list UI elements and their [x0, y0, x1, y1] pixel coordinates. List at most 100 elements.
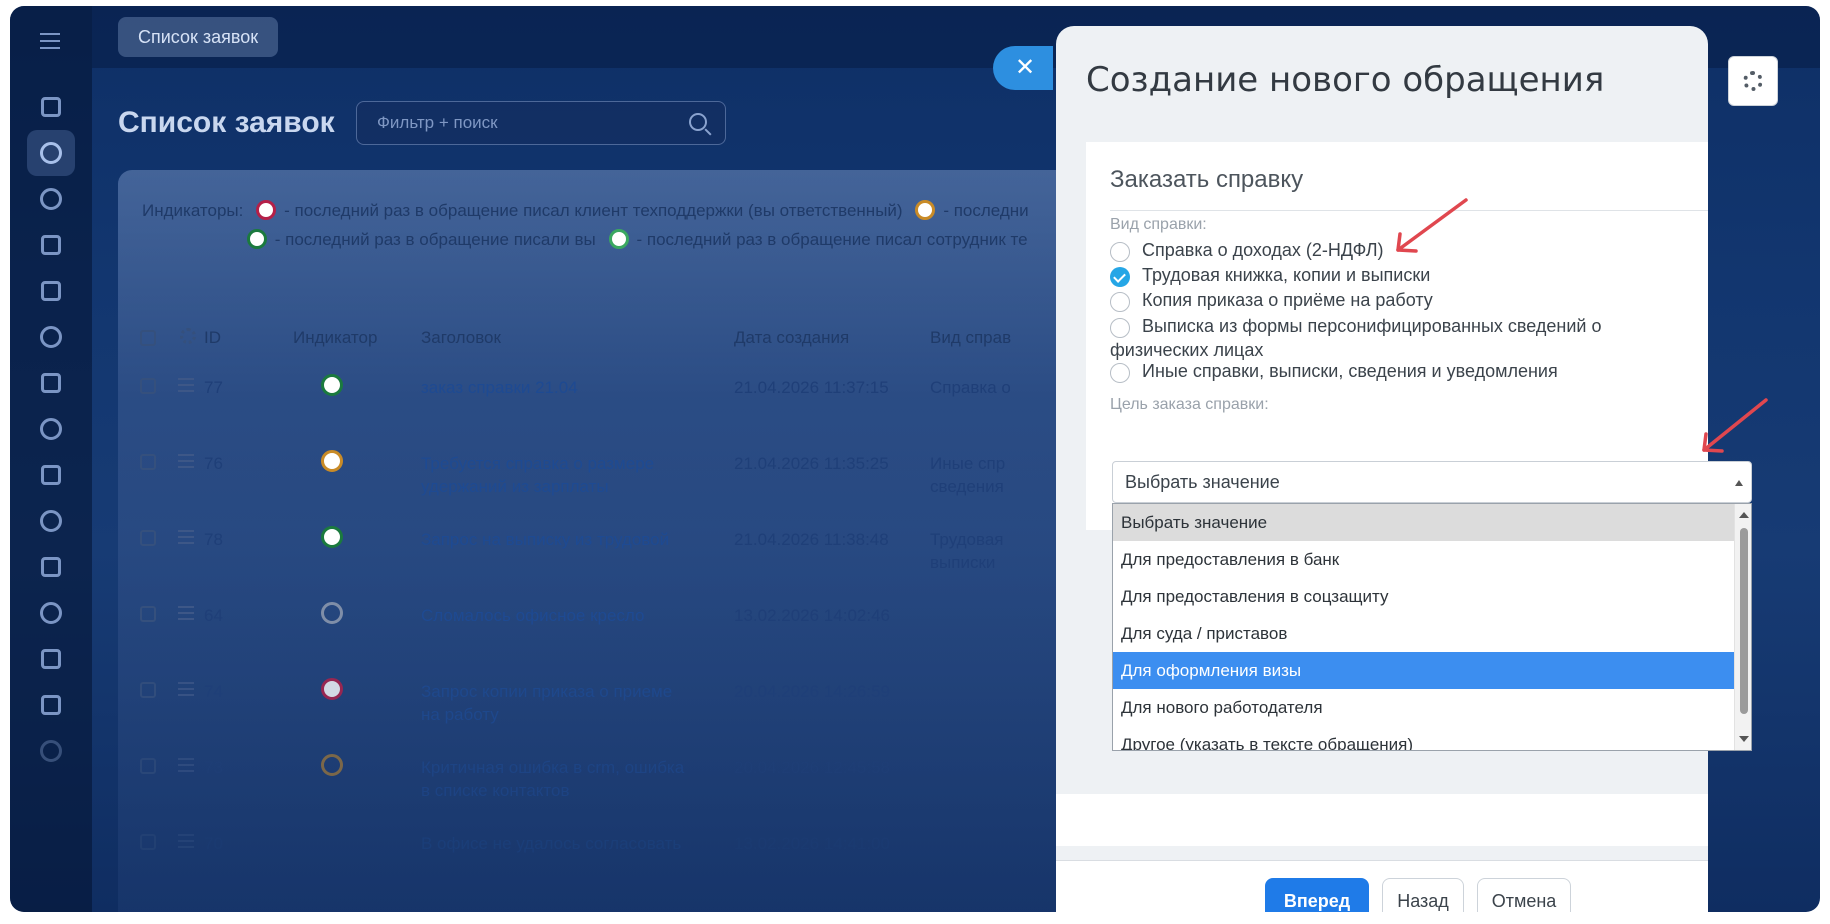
cancel-button[interactable]: Отмена — [1477, 878, 1571, 912]
indicators-label: Индикаторы: — [142, 201, 244, 220]
radio-checked-icon[interactable] — [1110, 267, 1130, 287]
indicator-icon — [321, 374, 343, 396]
radio-label: Иные справки, выписки, сведения и уведом… — [1142, 361, 1558, 381]
target-icon[interactable] — [27, 406, 75, 452]
row-checkbox[interactable] — [140, 530, 156, 546]
row-date: 20.04.2026 14:26:59 — [734, 682, 890, 701]
document-icon[interactable] — [27, 360, 75, 406]
type-label: Вид справки: — [1110, 216, 1207, 233]
home-icon[interactable] — [27, 84, 75, 130]
settings-button[interactable] — [1728, 56, 1778, 106]
table-row[interactable]: 73 Критичная ошибка в crm, ошибка в спис… — [118, 746, 1118, 822]
close-modal-button[interactable]: ✕ — [993, 46, 1053, 90]
option-bank[interactable]: Для предоставления в банк — [1113, 541, 1735, 578]
col-created[interactable]: Дата создания — [734, 328, 849, 348]
next-button[interactable]: Вперед — [1265, 878, 1369, 912]
tab-request-list[interactable]: Список заявок — [118, 17, 279, 57]
radio-circle[interactable] — [1110, 242, 1130, 262]
legend-text: - последний раз в обращение писали вы — [274, 230, 596, 249]
chat-icon[interactable] — [27, 498, 75, 544]
settings-icon[interactable] — [27, 728, 75, 774]
row-menu-icon[interactable] — [178, 530, 194, 548]
option-other[interactable]: Другое (указать в тексте обращения) — [1113, 726, 1735, 750]
table-row[interactable]: 76 Требуется справка о размере удержаний… — [118, 442, 1118, 518]
option-court[interactable]: Для суда / приставов — [1113, 615, 1735, 652]
row-checkbox[interactable] — [140, 682, 156, 698]
col-type[interactable]: Вид справ — [930, 328, 1011, 348]
row-date: 20.04.2026 12:45:58 — [734, 758, 890, 777]
row-title[interactable]: В офисе не удалось согласовать — [421, 832, 691, 855]
back-button[interactable]: Назад — [1382, 878, 1464, 912]
radio-circle[interactable] — [1110, 292, 1130, 312]
info-icon[interactable] — [27, 314, 75, 360]
option-social[interactable]: Для предоставления в соцзащиту — [1113, 578, 1735, 615]
row-checkbox[interactable] — [140, 758, 156, 774]
search-input[interactable]: Фильтр + поиск — [356, 101, 726, 145]
row-id: 76 — [204, 454, 223, 473]
radio-circle[interactable] — [1110, 318, 1130, 338]
row-title[interactable]: заказ справки 21.04 — [421, 376, 691, 399]
calendar-icon[interactable] — [27, 682, 75, 728]
radio-circle[interactable] — [1110, 363, 1130, 383]
row-title[interactable]: Сломалось офисное кресло — [421, 604, 691, 627]
row-menu-icon[interactable] — [178, 682, 194, 700]
row-menu-icon[interactable] — [178, 454, 194, 472]
search-icon[interactable] — [689, 113, 707, 131]
row-id: 77 — [204, 378, 223, 397]
row-date: 13.02.2026 14:02:46 — [734, 606, 890, 625]
scroll-down-icon[interactable] — [1739, 736, 1749, 742]
row-menu-icon[interactable] — [178, 378, 194, 396]
select-all-checkbox[interactable] — [140, 330, 156, 346]
col-title[interactable]: Заголовок — [421, 328, 501, 348]
row-type: Справка о — [930, 378, 1010, 397]
menu-icon[interactable] — [40, 33, 60, 54]
scroll-up-icon[interactable] — [1739, 512, 1749, 518]
option-new-employer[interactable]: Для нового работодателя — [1113, 689, 1735, 726]
row-checkbox[interactable] — [140, 834, 156, 850]
select-value: Выбрать значение — [1125, 472, 1280, 492]
row-date: 21.04.2026 11:35:25 — [734, 454, 889, 473]
row-title[interactable]: Запрос копии приказа о приеме на работу — [421, 680, 691, 726]
dropdown-scrollbar[interactable] — [1734, 504, 1751, 750]
row-menu-icon[interactable] — [178, 834, 194, 852]
row-date: 13.02.2026 14:41:00 — [734, 834, 890, 853]
analytics-icon[interactable] — [27, 268, 75, 314]
option-placeholder[interactable]: Выбрать значение — [1113, 504, 1735, 541]
legend-text: - последни — [943, 201, 1029, 220]
filter-icon[interactable] — [27, 636, 75, 682]
radio-hiring-order[interactable]: Копия приказа о приёме на работу — [1110, 288, 1708, 312]
table-row[interactable]: 77 заказ справки 21.04 21.04.2026 11:37:… — [118, 366, 1118, 442]
radio-other-certificates[interactable]: Иные справки, выписки, сведения и уведом… — [1110, 359, 1708, 383]
table-row[interactable]: 64 Сломалось офисное кресло 13.02.2026 1… — [118, 594, 1118, 670]
row-checkbox[interactable] — [140, 378, 156, 394]
radio-work-book[interactable]: Трудовая книжка, копии и выписки — [1110, 263, 1708, 287]
option-visa[interactable]: Для оформления визы — [1113, 652, 1735, 689]
row-menu-icon[interactable] — [178, 606, 194, 624]
view-360-icon[interactable] — [27, 176, 75, 222]
table-row[interactable]: 70 В офисе не удалось согласовать 13.02.… — [118, 822, 1118, 898]
row-checkbox[interactable] — [140, 454, 156, 470]
modal-footer: Вперед Назад Отмена — [1056, 860, 1708, 912]
helpdesk-icon[interactable] — [27, 130, 75, 176]
columns-gear-icon[interactable] — [180, 328, 196, 344]
purpose-select[interactable]: Выбрать значение — [1112, 461, 1752, 503]
map-icon[interactable] — [27, 544, 75, 590]
row-type: Иные спр сведения — [930, 454, 1006, 496]
indicator-icon — [321, 450, 343, 472]
row-title[interactable]: Запрос на выписку из трудовой — [421, 528, 691, 551]
table-row[interactable]: 74 Запрос копии приказа о приеме на рабо… — [118, 670, 1118, 746]
col-id[interactable]: ID — [204, 328, 221, 348]
sync-icon[interactable] — [27, 590, 75, 636]
scroll-thumb[interactable] — [1740, 528, 1748, 714]
left-sidebar — [10, 6, 92, 912]
gamepad-icon[interactable] — [27, 452, 75, 498]
table-row[interactable]: 78 Запрос на выписку из трудовой 21.04.2… — [118, 518, 1118, 594]
education-icon[interactable] — [27, 222, 75, 268]
col-indicator[interactable]: Индикатор — [293, 328, 377, 348]
radio-personal-data-extract[interactable]: Выписка из формы персонифицированных све… — [1110, 314, 1670, 362]
row-title[interactable]: Требуется справка о размере удержаний из… — [421, 452, 691, 498]
purpose-dropdown-list[interactable]: Выбрать значение Для предоставления в ба… — [1112, 503, 1752, 751]
row-checkbox[interactable] — [140, 606, 156, 622]
row-menu-icon[interactable] — [178, 758, 194, 776]
row-title[interactable]: Критичная ошибка в crm, ошибка в списке … — [421, 756, 691, 802]
